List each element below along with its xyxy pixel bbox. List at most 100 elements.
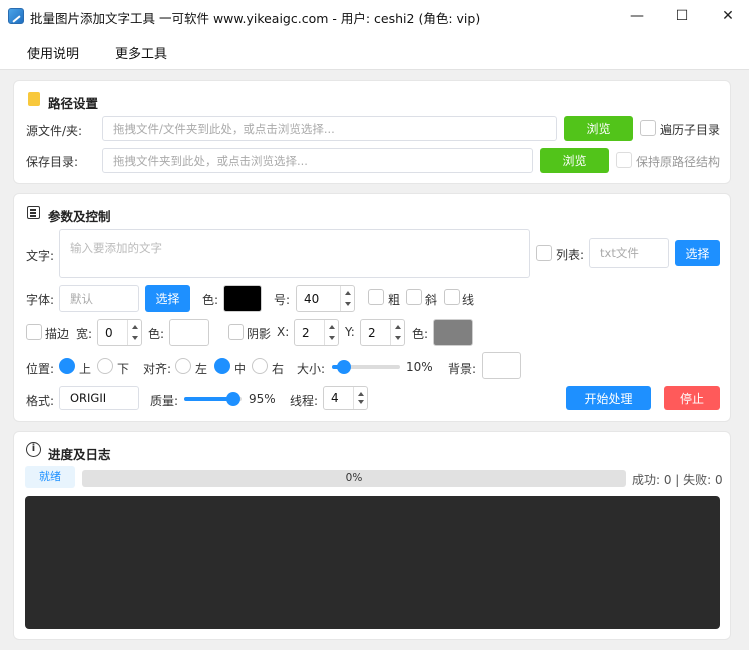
params-title: 参数及控制 — [48, 209, 111, 224]
shadow-color-swatch[interactable] — [433, 319, 473, 346]
shadow-label: 阴影 — [247, 327, 272, 341]
stroke-checkbox[interactable] — [26, 324, 42, 340]
keep-structure-label: 保持原路径结构 — [636, 155, 721, 169]
font-input[interactable]: 默认 — [59, 285, 139, 312]
progress-panel: i 进度及日志 就绪 0% 成功: 0 | 失败: 0 — [13, 431, 731, 640]
quality-label: 质量: — [150, 394, 179, 408]
font-label: 字体: — [26, 293, 55, 307]
path-settings-panel: 路径设置 源文件/夹: 拖拽文件/文件夹到此处，或点击浏览选择... 浏览 遍历… — [13, 80, 731, 184]
shadow-y-label: Y: — [345, 325, 355, 339]
progress-title: 进度及日志 — [48, 447, 111, 462]
position-bottom-radio[interactable] — [97, 358, 113, 374]
threads-value: 4 — [331, 391, 339, 405]
position-top-label: 上 — [79, 362, 92, 376]
save-browse-button[interactable]: 浏览 — [540, 148, 609, 173]
scale-value: 10% — [406, 360, 433, 374]
threads-label: 线程: — [290, 394, 319, 408]
align-center-radio[interactable] — [214, 358, 230, 374]
shadow-x-value: 2 — [302, 325, 310, 340]
maximize-button[interactable]: ☐ — [662, 0, 702, 32]
menu-more-tools[interactable]: 更多工具 — [115, 43, 167, 62]
status-badge: 就绪 — [25, 466, 75, 488]
quality-slider[interactable] — [184, 392, 242, 406]
stroke-color-swatch[interactable] — [169, 319, 209, 346]
keep-structure-checkbox[interactable] — [616, 152, 632, 168]
source-input[interactable]: 拖拽文件/文件夹到此处，或点击浏览选择... — [102, 116, 557, 141]
format-select[interactable]: ORIGII — [59, 386, 139, 410]
shadow-x-label: X: — [277, 325, 290, 339]
txt-file-input[interactable]: txt文件 — [589, 238, 669, 268]
size-label: 号: — [274, 293, 291, 307]
save-dir-label: 保存目录: — [26, 155, 79, 169]
recurse-checkbox[interactable] — [640, 120, 656, 136]
quality-slider-knob[interactable] — [225, 392, 240, 406]
stop-button[interactable]: 停止 — [664, 386, 720, 410]
position-bottom-label: 下 — [117, 362, 130, 376]
app-icon — [8, 8, 24, 24]
minimize-icon: — — [630, 8, 644, 24]
scale-slider[interactable] — [332, 360, 400, 374]
list-icon — [27, 206, 40, 219]
source-label: 源文件/夹: — [26, 124, 83, 138]
source-browse-button[interactable]: 浏览 — [564, 116, 633, 141]
log-area[interactable] — [25, 496, 720, 629]
align-right-radio[interactable] — [252, 358, 268, 374]
bold-label: 粗 — [388, 293, 401, 307]
background-color-swatch[interactable] — [482, 352, 521, 379]
scale-label: 大小: — [297, 362, 326, 376]
menu-bar: 使用说明 更多工具 — [0, 32, 749, 70]
window-title: 批量图片添加文字工具 一可软件 www.yikeaigc.com - 用户: c… — [30, 11, 481, 26]
bold-checkbox[interactable] — [368, 289, 384, 305]
underline-label: 线 — [462, 293, 475, 307]
menu-help[interactable]: 使用说明 — [27, 43, 79, 62]
stroke-label: 描边 — [45, 327, 70, 341]
folder-icon — [28, 92, 40, 106]
minimize-button[interactable]: — — [617, 0, 657, 32]
text-label: 文字: — [26, 249, 55, 263]
title-bar: 批量图片添加文字工具 一可软件 www.yikeaigc.com - 用户: c… — [0, 0, 749, 32]
progress-stats: 成功: 0 | 失败: 0 — [632, 473, 723, 487]
underline-checkbox[interactable] — [444, 289, 460, 305]
maximize-icon: ☐ — [675, 8, 689, 24]
quality-value: 95% — [249, 392, 276, 406]
list-select-button[interactable]: 选择 — [675, 240, 720, 266]
italic-checkbox[interactable] — [406, 289, 422, 305]
threads-stepper[interactable]: 4 — [323, 386, 368, 410]
scale-slider-knob[interactable] — [337, 360, 352, 374]
align-left-label: 左 — [195, 362, 208, 376]
shadow-checkbox[interactable] — [228, 324, 244, 340]
position-top-radio[interactable] — [59, 358, 75, 374]
progress-percent: 0% — [345, 472, 363, 484]
text-color-label: 色: — [202, 293, 219, 307]
recurse-label: 遍历子目录 — [660, 123, 721, 137]
font-size-stepper[interactable]: 40 — [296, 285, 355, 312]
italic-label: 斜 — [425, 293, 438, 307]
shadow-x-stepper[interactable]: 2 — [294, 319, 339, 346]
stroke-width-stepper[interactable]: 0 — [97, 319, 142, 346]
shadow-y-stepper[interactable]: 2 — [360, 319, 405, 346]
font-select-button[interactable]: 选择 — [145, 285, 190, 312]
shadow-y-value: 2 — [368, 325, 376, 340]
params-panel: 参数及控制 文字: 输入要添加的文字 列表: txt文件 选择 字体: 默认 选… — [13, 193, 731, 422]
align-left-radio[interactable] — [175, 358, 191, 374]
text-color-swatch[interactable] — [223, 285, 262, 312]
list-checkbox[interactable] — [536, 245, 552, 261]
close-button[interactable]: ✕ — [708, 0, 748, 32]
list-label: 列表: — [556, 248, 585, 262]
stroke-width-value: 0 — [105, 325, 113, 340]
text-input[interactable]: 输入要添加的文字 — [59, 229, 530, 278]
position-label: 位置: — [26, 362, 55, 376]
start-button[interactable]: 开始处理 — [566, 386, 651, 410]
format-label: 格式: — [26, 394, 55, 408]
path-settings-title: 路径设置 — [48, 96, 99, 111]
close-icon: ✕ — [722, 8, 734, 24]
align-right-label: 右 — [272, 362, 285, 376]
align-center-label: 中 — [234, 362, 247, 376]
background-label: 背景: — [448, 362, 477, 376]
shadow-color-label: 色: — [412, 327, 429, 341]
info-icon: i — [26, 442, 41, 457]
stroke-color-label: 色: — [148, 327, 165, 341]
progress-bar: 0% — [82, 470, 626, 487]
save-dir-input[interactable]: 拖拽文件夹到此处，或点击浏览选择... — [102, 148, 533, 173]
align-label: 对齐: — [143, 362, 172, 376]
